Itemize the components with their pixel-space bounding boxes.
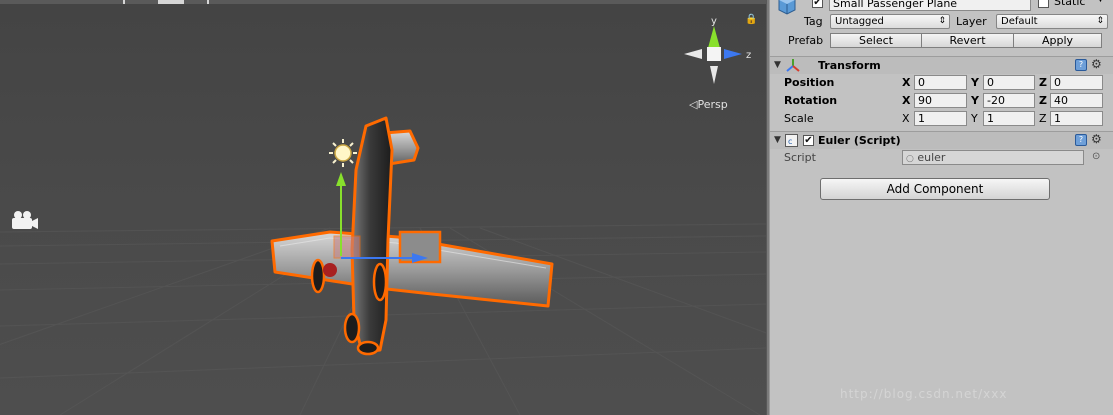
rotation-y-label: Y xyxy=(971,94,979,107)
watermark-text: http://blog.csdn.net/xxx xyxy=(840,387,1008,401)
euler-script-header[interactable]: ▼ c ✔ Euler (Script) ? ⚙ xyxy=(770,131,1113,149)
scale-x-label: X xyxy=(902,112,910,125)
position-x-label: X xyxy=(902,76,911,89)
tag-value: Untagged xyxy=(835,16,884,27)
euler-script-title: Euler (Script) xyxy=(818,134,901,147)
gear-icon[interactable]: ⚙ xyxy=(1091,57,1102,71)
active-checkbox[interactable]: ✔ xyxy=(812,0,823,8)
transform-title: Transform xyxy=(818,59,881,72)
rotation-z-label: Z xyxy=(1039,94,1047,107)
chevron-updown-icon: ⇕ xyxy=(1096,16,1104,26)
scale-z-label: Z xyxy=(1039,112,1047,125)
prefab-label: Prefab xyxy=(788,34,824,47)
transform-header[interactable]: ▼ Transform ? ⚙ xyxy=(770,56,1113,74)
rotation-z-field[interactable]: 40 xyxy=(1050,93,1103,108)
svg-text:c: c xyxy=(788,137,792,146)
layer-dropdown[interactable]: Default ⇕ xyxy=(996,14,1108,29)
position-y-label: Y xyxy=(971,76,979,89)
position-z-field[interactable]: 0 xyxy=(1050,75,1103,90)
scene-view[interactable]: y z 🔒 ◁Persp xyxy=(0,0,766,415)
rotation-label: Rotation xyxy=(784,94,838,107)
script-value: euler xyxy=(917,151,946,164)
foldout-arrow-icon[interactable]: ▼ xyxy=(774,60,781,70)
object-picker-icon[interactable]: ⊙ xyxy=(1092,151,1100,162)
rotation-x-field[interactable]: 90 xyxy=(914,93,967,108)
position-x-field[interactable]: 0 xyxy=(914,75,967,90)
position-label: Position xyxy=(784,76,835,89)
script-object-field[interactable]: ○ euler xyxy=(902,150,1084,165)
camera-icon[interactable] xyxy=(10,210,40,232)
gameobject-cube-icon xyxy=(778,0,796,15)
static-label: Static xyxy=(1054,0,1086,8)
layer-value: Default xyxy=(1001,16,1038,27)
layer-label: Layer xyxy=(956,15,987,28)
gear-icon[interactable]: ⚙ xyxy=(1091,132,1102,146)
static-dropdown-arrow-icon[interactable]: ▼ xyxy=(1097,0,1104,4)
euler-enabled-checkbox[interactable]: ✔ xyxy=(803,135,814,146)
script-file-icon: ○ xyxy=(906,154,914,164)
object-name-input[interactable]: Small Passenger Plane xyxy=(829,0,1031,11)
scale-y-label: Y xyxy=(971,112,978,125)
svg-text:z: z xyxy=(746,50,751,61)
prefab-select-button[interactable]: Select xyxy=(830,33,922,48)
script-label: Script xyxy=(784,151,816,164)
static-checkbox[interactable] xyxy=(1038,0,1049,8)
position-y-field[interactable]: 0 xyxy=(983,75,1035,90)
script-icon: c xyxy=(785,134,798,147)
scale-x-field[interactable]: 1 xyxy=(914,111,967,126)
tag-label: Tag xyxy=(804,15,823,28)
help-book-icon[interactable]: ? xyxy=(1075,134,1087,146)
rotation-y-field[interactable]: -20 xyxy=(983,93,1035,108)
foldout-arrow-icon[interactable]: ▼ xyxy=(774,135,781,145)
scale-z-field[interactable]: 1 xyxy=(1050,111,1103,126)
add-component-button[interactable]: Add Component xyxy=(820,178,1050,200)
position-z-label: Z xyxy=(1039,76,1047,89)
tag-dropdown[interactable]: Untagged ⇕ xyxy=(830,14,950,29)
inspector-panel: ✔ Small Passenger Plane Static ▼ Tag Unt… xyxy=(770,0,1113,415)
svg-text:y: y xyxy=(711,16,717,27)
prefab-revert-button[interactable]: Revert xyxy=(921,33,1014,48)
scene-orientation-gizmo[interactable]: y z xyxy=(680,14,760,94)
rotation-x-label: X xyxy=(902,94,911,107)
transform-axes-icon xyxy=(786,59,800,72)
help-book-icon[interactable]: ? xyxy=(1075,59,1087,71)
chevron-updown-icon: ⇕ xyxy=(938,16,946,26)
scale-y-field[interactable]: 1 xyxy=(983,111,1035,126)
scene-grid-and-plane xyxy=(0,4,766,415)
view-mode-label[interactable]: ◁Persp xyxy=(689,98,728,111)
scale-label: Scale xyxy=(784,112,814,125)
lock-icon[interactable]: 🔒 xyxy=(745,14,757,25)
prefab-apply-button[interactable]: Apply xyxy=(1013,33,1102,48)
